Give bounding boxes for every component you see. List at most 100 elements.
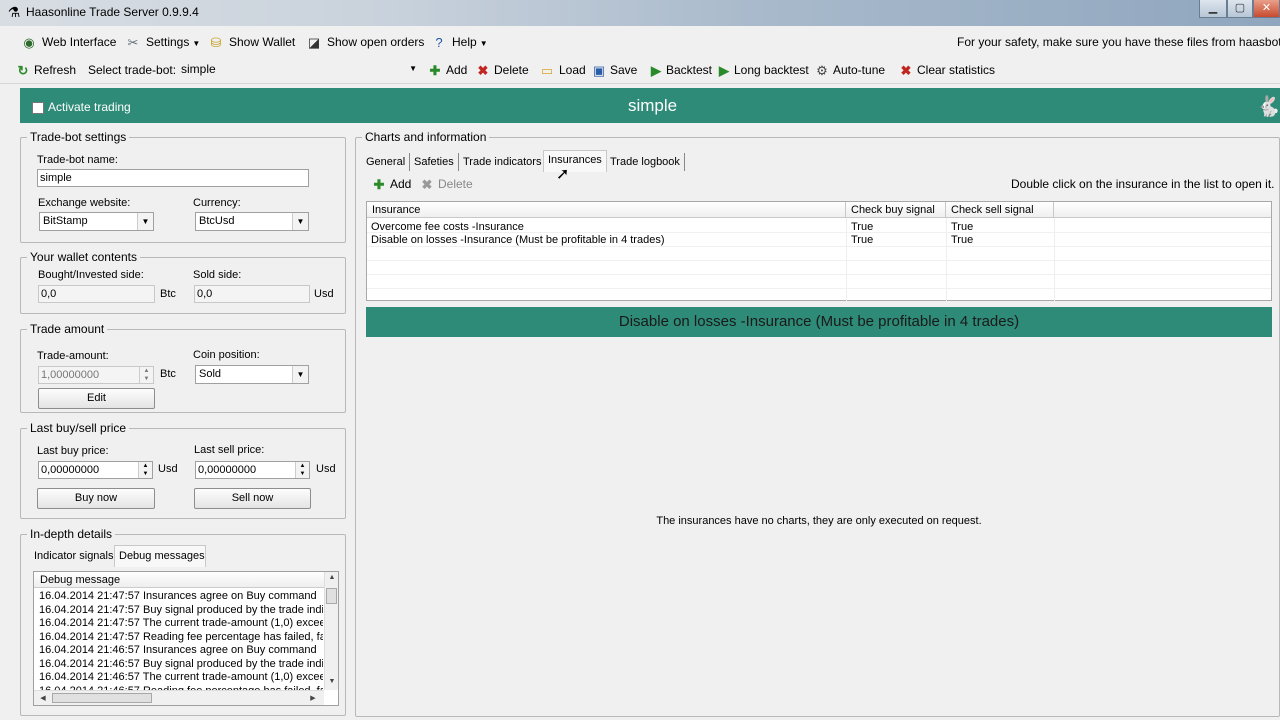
minimize-button[interactable]: ▁	[1199, 0, 1227, 18]
help-menu[interactable]: ? Help ▼	[430, 33, 487, 51]
group-title: Trade amount	[27, 322, 108, 336]
spinner-icon[interactable]: ▲ ▼	[139, 367, 153, 383]
auto-tune-button[interactable]: ⚙ Auto-tune	[815, 61, 885, 79]
settings-menu[interactable]: ✂ Settings ▼	[124, 33, 201, 51]
trade-amount-input[interactable]: 1,00000000 ▲ ▼	[38, 366, 154, 384]
last-sell-input[interactable]: 0,00000000 ▲ ▼	[195, 461, 310, 479]
spinner-icon[interactable]: ▲ ▼	[138, 462, 152, 478]
long-backtest-button[interactable]: ▶ Long backtest	[718, 61, 809, 79]
column-check-sell[interactable]: Check sell signal	[946, 202, 1054, 218]
last-buy-value: 0,00000000	[41, 464, 100, 476]
refresh-icon: ↻	[17, 62, 29, 78]
bot-name-title: simple	[627, 96, 678, 115]
plus-icon: ✚	[429, 62, 441, 78]
list-item[interactable]: 16.04.2014 21:47:57 The current trade-am…	[39, 617, 323, 631]
show-wallet-label: Show Wallet	[229, 35, 296, 49]
tab-insurances[interactable]: Insurances	[543, 150, 607, 172]
group-title: Last buy/sell price	[27, 421, 130, 435]
currency-select[interactable]: BtcUsd ▼	[195, 212, 309, 231]
tab-safeties[interactable]: Safeties	[410, 153, 459, 171]
last-sell-label: Last sell price:	[194, 444, 265, 456]
debug-message-column-header[interactable]: Debug message	[34, 572, 324, 588]
table-row-insurance[interactable]: Overcome fee costs -Insurance	[367, 221, 524, 234]
web-interface-button[interactable]: ◉ Web Interface	[20, 33, 116, 51]
table-row-insurance[interactable]: Disable on losses -Insurance (Must be pr…	[367, 234, 664, 247]
long-backtest-label: Long backtest	[734, 63, 809, 77]
save-button[interactable]: ▣ Save	[592, 61, 638, 79]
horizontal-scrollbar[interactable]: ◀ ▶	[34, 690, 324, 705]
table-row-buy[interactable]: True	[847, 221, 873, 234]
add-bot-button[interactable]: ✚ Add	[428, 61, 468, 79]
tab-indicator-signals[interactable]: Indicator signals	[34, 550, 114, 562]
column-insurance[interactable]: Insurance	[367, 202, 846, 218]
last-sell-value: 0,00000000	[198, 464, 257, 476]
vertical-scrollbar[interactable]: ▲ ▼	[324, 572, 338, 690]
add-insurance-button[interactable]: ✚ Add	[372, 175, 412, 193]
coins-icon: ⛁	[210, 34, 222, 50]
tab-trade-logbook[interactable]: Trade logbook	[606, 153, 685, 171]
refresh-button[interactable]: ↻ Refresh	[16, 61, 76, 79]
title-bar: ⚗ Haasonline Trade Server 0.9.9.4 ▁ ▢ ✕	[0, 0, 1280, 26]
currency-value: BtcUsd	[199, 215, 235, 227]
scroll-thumb[interactable]	[52, 693, 152, 703]
bot-select[interactable]: simple ▼	[177, 59, 420, 79]
show-wallet-button[interactable]: ⛁ Show Wallet	[207, 33, 296, 51]
scroll-right-icon[interactable]: ▶	[306, 694, 320, 702]
group-title: In-depth details	[27, 527, 116, 541]
spinner-icon[interactable]: ▲ ▼	[295, 462, 309, 478]
tab-debug-messages[interactable]: Debug messages	[114, 545, 206, 567]
chevron-down-icon: ▼	[292, 213, 308, 230]
sell-now-button[interactable]: Sell now	[194, 488, 311, 509]
scroll-down-icon[interactable]: ▼	[325, 678, 338, 685]
last-buy-input[interactable]: 0,00000000 ▲ ▼	[38, 461, 153, 479]
table-row-buy[interactable]: True	[847, 234, 873, 247]
group-title: Charts and information	[362, 130, 490, 144]
last-price-group: Last buy/sell price Last buy price: 0,00…	[20, 421, 346, 519]
show-open-orders-button[interactable]: ◪ Show open orders	[305, 33, 425, 51]
trade-amount-unit: Btc	[160, 368, 176, 380]
list-item[interactable]: 16.04.2014 21:46:57 Insurances agree on …	[39, 644, 323, 658]
list-item[interactable]: 16.04.2014 21:46:57 The current trade-am…	[39, 671, 323, 685]
table-row-sell[interactable]: True	[947, 234, 973, 247]
list-item[interactable]: 16.04.2014 21:47:57 Buy signal produced …	[39, 604, 323, 618]
delete-bot-button[interactable]: ✖ Delete	[476, 61, 529, 79]
safety-notice[interactable]: For your safety, make sure you have thes…	[957, 33, 1280, 51]
play-icon: ▶	[651, 62, 661, 78]
bot-banner: Activate trading simple 🐇	[20, 88, 1280, 123]
bought-unit: Btc	[160, 288, 176, 300]
tab-trade-indicators[interactable]: Trade indicators	[459, 153, 547, 171]
backtest-button[interactable]: ▶ Backtest	[650, 61, 712, 79]
scroll-thumb[interactable]	[326, 588, 337, 604]
group-title: Trade-bot settings	[27, 130, 130, 144]
column-check-buy[interactable]: Check buy signal	[846, 202, 946, 218]
coin-position-select[interactable]: Sold ▼	[195, 365, 309, 384]
settings-label: Settings	[146, 35, 190, 49]
maximize-button[interactable]: ▢	[1227, 0, 1253, 18]
play-icon: ▶	[719, 62, 729, 78]
table-row-sell[interactable]: True	[947, 221, 973, 234]
delete-icon: ✖	[900, 62, 912, 78]
insurance-table[interactable]: Insurance Check buy signal Check sell si…	[366, 201, 1272, 302]
delete-insurance-button[interactable]: ✖ Delete	[420, 175, 473, 193]
bot-name-input[interactable]: simple	[37, 169, 309, 187]
sold-value: 0,0	[194, 285, 310, 303]
list-item[interactable]: 16.04.2014 21:47:57 Insurances agree on …	[39, 590, 323, 604]
delete-icon: ✖	[421, 176, 433, 192]
exchange-select[interactable]: BitStamp ▼	[39, 212, 154, 231]
buy-now-button[interactable]: Buy now	[37, 488, 155, 509]
close-button[interactable]: ✕	[1253, 0, 1280, 18]
chevron-down-icon: ▼	[409, 64, 417, 73]
auto-tune-label: Auto-tune	[833, 63, 886, 77]
load-button[interactable]: ▭ Load	[539, 61, 586, 79]
tab-general[interactable]: General	[362, 153, 411, 171]
last-buy-label: Last buy price:	[37, 445, 109, 457]
chevron-down-icon: ▼	[292, 366, 308, 383]
debug-message-list[interactable]: Debug message 16.04.2014 21:47:57 Insura…	[33, 571, 339, 706]
scroll-up-icon[interactable]: ▲	[325, 574, 338, 581]
edit-button[interactable]: Edit	[38, 388, 155, 409]
last-sell-unit: Usd	[316, 463, 336, 475]
clear-statistics-button[interactable]: ✖ Clear statistics	[899, 61, 995, 79]
list-item[interactable]: 16.04.2014 21:47:57 Reading fee percenta…	[39, 631, 323, 645]
list-item[interactable]: 16.04.2014 21:46:57 Buy signal produced …	[39, 658, 323, 672]
scroll-left-icon[interactable]: ◀	[36, 694, 50, 702]
